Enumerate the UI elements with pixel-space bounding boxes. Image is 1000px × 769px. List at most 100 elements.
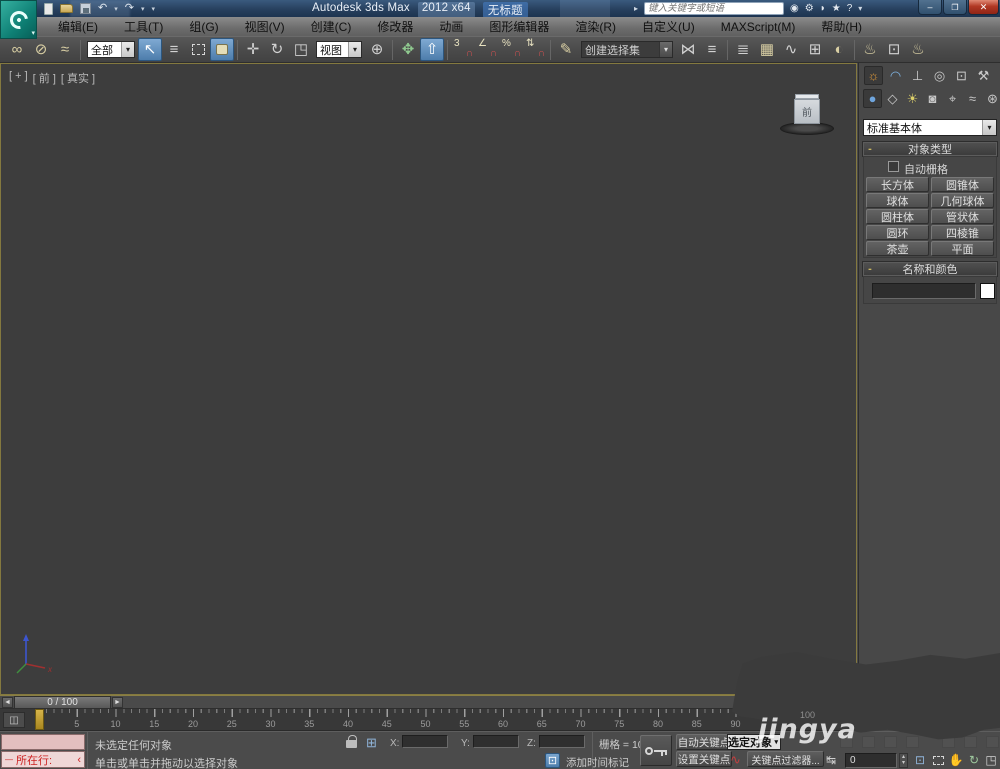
reference-coordinate-dropdown[interactable]: 视图 ▾ [316,41,362,58]
playback-control-obscured[interactable] [906,736,919,748]
snap-toggle-3d[interactable]: 3 ∩ [451,38,475,61]
new-file-icon[interactable] [44,2,53,15]
edit-named-selection-sets-button[interactable]: ✎ [554,38,578,61]
category-shapes[interactable]: ◇ [883,89,902,108]
object-name-input[interactable] [872,283,976,299]
favorites-icon[interactable]: ★ [832,3,841,14]
menu-group[interactable]: 组(G) [176,18,231,35]
menu-modifiers[interactable]: 修改器 [364,18,426,35]
category-cameras[interactable]: ◙ [923,89,942,108]
menu-graph-editors[interactable]: 图形编辑器 [476,18,562,35]
category-lights[interactable]: ☀ [903,89,922,108]
select-and-scale-button[interactable]: ◳ [289,38,313,61]
bind-to-spacewarp-button[interactable]: ≈ [53,38,77,61]
y-coordinate-field[interactable] [473,735,519,748]
current-frame-field[interactable]: 0 [845,753,897,768]
undo-icon[interactable]: ↶ [98,3,107,14]
menu-create[interactable]: 创建(C) [298,18,365,35]
select-and-move-button[interactable]: ✛ [241,38,265,61]
help-dropdown-icon[interactable]: ▾ [858,4,862,13]
open-mini-curve-editor-button[interactable]: ◫ [3,712,25,728]
tab-hierarchy[interactable]: ⊥ [908,66,927,85]
viewcube[interactable]: 前 [778,92,836,136]
previous-frame-arrow[interactable]: ◄ [2,697,13,708]
unlink-selection-button[interactable]: ⊘ [29,38,53,61]
viewport-general-menu[interactable]: [ + ] [9,70,28,86]
menu-maxscript[interactable]: MAXScript(M) [708,20,809,34]
curve-editor-button[interactable]: ∿ [779,38,803,61]
orbit-view-button[interactable]: ↻ [966,752,982,768]
material-editor-button[interactable]: ◐ [827,38,851,61]
name-color-rollout-header[interactable]: - 名称和颜色 [862,261,998,277]
nav-control-obscured[interactable] [964,736,977,748]
rendered-frame-window-button[interactable]: ⊡ [882,38,906,61]
category-spacewarps[interactable]: ≈ [963,89,982,108]
primitive-plane-button[interactable]: 平面 [931,241,994,256]
nav-control-obscured[interactable] [986,736,999,748]
menu-tools[interactable]: 工具(T) [111,18,176,35]
z-coordinate-field[interactable] [539,735,585,748]
primitive-geosphere-button[interactable]: 几何球体 [931,193,994,208]
next-frame-arrow[interactable]: ► [112,697,123,708]
application-menu-button[interactable]: ▾ [0,0,37,39]
menu-views[interactable]: 视图(V) [232,18,298,35]
isolate-selection-toggle[interactable]: ⊡ [545,753,560,768]
viewport-shading-menu[interactable]: [ 真实 ] [61,70,95,86]
primitive-sphere-button[interactable]: 球体 [866,193,929,208]
rectangular-selection-region-button[interactable] [186,38,210,61]
playback-control-obscured[interactable] [862,736,875,748]
menu-help[interactable]: 帮助(H) [808,18,875,35]
spinner-snap-toggle[interactable]: ⇅ ∩ [523,38,547,61]
schematic-view-button[interactable]: ⊞ [803,38,827,61]
redo-dropdown-icon[interactable]: ▾ [141,5,145,13]
keyboard-shortcut-override-toggle[interactable]: ⇧ [420,38,444,61]
primitive-cylinder-button[interactable]: 圆柱体 [866,209,929,224]
menu-customize[interactable]: 自定义(U) [629,18,708,35]
object-color-swatch[interactable] [980,283,995,299]
mirror-button[interactable]: ⋈ [676,38,700,61]
menu-edit[interactable]: 编辑(E) [45,18,111,35]
select-and-manipulate-button[interactable]: ✥ [396,38,420,61]
tab-motion[interactable]: ◎ [930,66,949,85]
angle-snap-toggle[interactable]: ∠ ∩ [475,38,499,61]
track-bar[interactable]: ◫ 051015202530354045505560657075808590 [0,709,858,731]
key-filters-button[interactable]: 关键点过滤器... [747,751,824,767]
time-slider-track[interactable]: ◄ 0 / 100 ► [0,695,858,709]
select-and-rotate-button[interactable]: ↻ [265,38,289,61]
window-crossing-toggle[interactable] [210,38,234,61]
minimize-button[interactable]: – [918,0,942,15]
x-coordinate-field[interactable] [402,735,448,748]
geometry-category-dropdown[interactable]: 标准基本体 ▾ [863,119,997,136]
close-button[interactable]: ✕ [968,0,999,15]
render-setup-button[interactable]: ♨ [858,38,882,61]
select-object-button[interactable]: ↖ [138,38,162,61]
tab-create[interactable]: ☼ [864,66,883,85]
spinner-down-icon[interactable]: ▾ [902,760,905,766]
render-production-button[interactable]: ♨ [906,38,930,61]
primitive-torus-button[interactable]: 圆环 [866,225,929,240]
undo-dropdown-icon[interactable]: ▾ [114,5,118,13]
subscription-center-icon[interactable]: ◗ [820,3,826,14]
align-button[interactable]: ≡ [700,38,724,61]
viewport-front[interactable]: [ + ] [ 前 ] [ 真实 ] 前 x [0,63,857,695]
viewcube-front-face[interactable]: 前 [794,99,820,124]
maxscript-listener-line[interactable]: — 所在行: ‹ [1,751,85,768]
absolute-offset-mode-toggle[interactable]: ⊞ [366,735,377,751]
tab-modify[interactable]: ◠ [886,66,905,85]
pan-view-button[interactable]: ✋ [948,752,964,768]
time-slider-handle[interactable]: 0 / 100 [14,696,111,709]
infocenter-expand-icon[interactable]: ▸ [634,4,638,13]
frame-spinner[interactable]: ▴ ▾ [899,753,908,768]
viewport-pov-menu[interactable]: [ 前 ] [33,70,56,86]
maximize-button[interactable]: ❐ [943,0,967,15]
save-file-icon[interactable] [80,3,91,14]
listener-scroll-icon[interactable]: ‹ [77,754,81,766]
menu-animation[interactable]: 动画 [426,18,476,35]
key-mode-toggle[interactable]: ↹ [826,753,836,767]
qat-customize-icon[interactable]: ▾ [151,5,155,13]
zoom-extents-button[interactable]: ⊡ [912,752,928,768]
set-key-button[interactable]: 设置关键点 [676,751,732,767]
autogrid-checkbox[interactable] [888,161,899,172]
tab-display[interactable]: ⊡ [952,66,971,85]
redo-icon[interactable]: ↷ [125,3,134,14]
